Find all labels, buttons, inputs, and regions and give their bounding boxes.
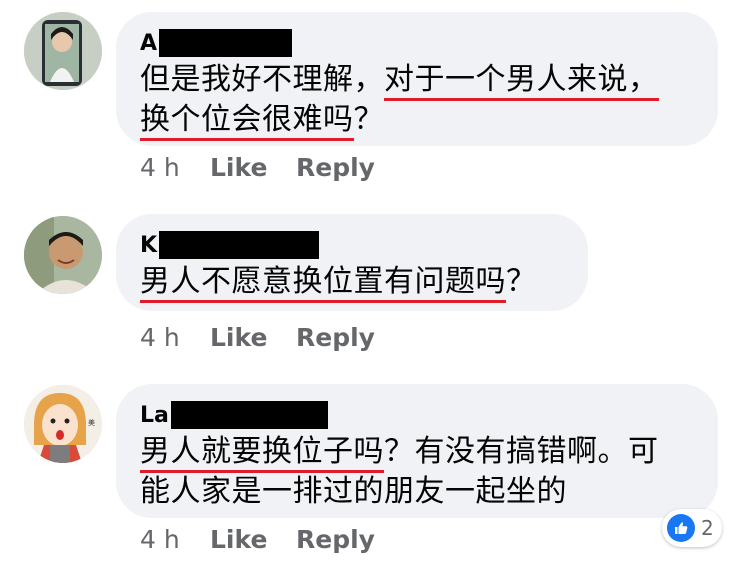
comment-bubble: K 男人不愿意换位置有问题吗？ — [116, 214, 588, 311]
redaction-bar — [170, 401, 328, 429]
text-segment: 能人家是一排过的朋友一起坐的 — [140, 474, 567, 509]
comment-actions: 4 h Like Reply — [140, 523, 375, 555]
like-button[interactable]: Like — [210, 153, 296, 182]
comment-text-line-1: 男人不愿意换位置有问题吗？ — [140, 262, 537, 303]
timestamp[interactable]: 4 h — [140, 525, 210, 554]
comment-bubble: A 但是我好不理解，对于一个男人来说， 换个位会很难吗？ — [116, 12, 718, 146]
avatar[interactable] — [24, 216, 102, 294]
avatar-photo — [24, 12, 102, 90]
author-name[interactable]: A — [140, 31, 157, 56]
reply-button[interactable]: Reply — [296, 323, 375, 352]
comment-text-line-1: 男人就要换位子吗？有没有搞错啊。可 — [140, 432, 659, 473]
reply-button[interactable]: Reply — [296, 153, 375, 182]
author-row: La — [140, 400, 328, 430]
avatar-cartoon: 美 — [24, 385, 102, 463]
text-segment: 但是我好不理解， — [140, 62, 384, 97]
underlined-text-segment: 换个位会很难吗 — [140, 102, 354, 141]
avatar[interactable]: 美 — [24, 385, 102, 463]
author-row: K — [140, 230, 320, 260]
underlined-text-segment: 对于一个男人来说， — [384, 62, 659, 101]
reaction-count: 2 — [701, 516, 714, 540]
comment-text-line-2: 换个位会很难吗？ — [140, 100, 384, 141]
underlined-text-segment: 男人就要换位子吗 — [140, 434, 384, 473]
text-segment: ？ — [506, 264, 537, 299]
comment-bubble: La 男人就要换位子吗？有没有搞错啊。可 能人家是一排过的朋友一起坐的 — [116, 384, 718, 518]
timestamp[interactable]: 4 h — [140, 153, 210, 182]
like-button[interactable]: Like — [210, 323, 296, 352]
comment-actions: 4 h Like Reply — [140, 321, 375, 353]
like-button[interactable]: Like — [210, 525, 296, 554]
avatar-photo — [24, 216, 102, 294]
text-segment: ？有没有搞错啊。可 — [384, 434, 659, 469]
avatar[interactable] — [24, 12, 102, 90]
underlined-text-segment: 男人不愿意换位置有问题吗 — [140, 264, 506, 303]
comment-text-line-2: 能人家是一排过的朋友一起坐的 — [140, 472, 567, 512]
reaction-summary[interactable]: 2 — [662, 509, 722, 547]
timestamp[interactable]: 4 h — [140, 323, 210, 352]
reply-button[interactable]: Reply — [296, 525, 375, 554]
comment-actions: 4 h Like Reply — [140, 151, 375, 183]
redaction-bar — [159, 231, 320, 259]
redaction-bar — [159, 29, 293, 57]
author-row: A — [140, 28, 293, 58]
text-segment: ？ — [353, 102, 384, 137]
thumbs-up-icon — [667, 514, 695, 542]
comment-text-line-1: 但是我好不理解，对于一个男人来说， — [140, 60, 659, 101]
author-name[interactable]: K — [140, 233, 157, 258]
author-name[interactable]: La — [140, 403, 169, 428]
svg-text:美: 美 — [88, 418, 95, 427]
